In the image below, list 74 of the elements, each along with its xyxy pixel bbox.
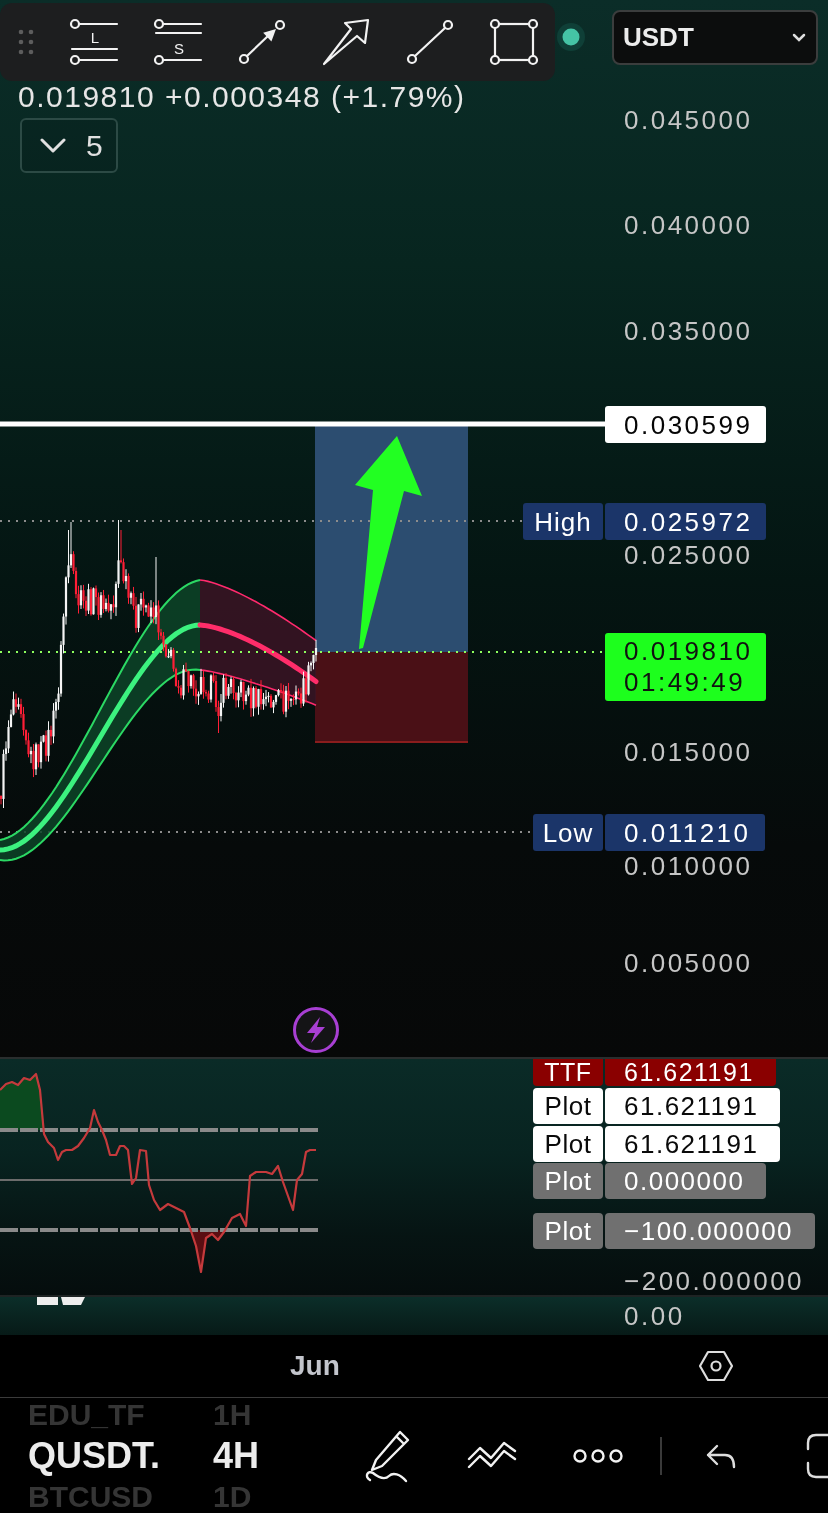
low-label: Low <box>533 814 603 851</box>
bullish-candle <box>47 720 50 763</box>
symbol-option[interactable]: QUSDT. <box>28 1437 160 1474</box>
indicators-toggle-button[interactable]: 5 <box>20 118 118 173</box>
series-value: 0.000000 <box>605 1163 767 1199</box>
bullish-candle <box>209 673 213 703</box>
bullish-candle <box>182 664 185 701</box>
bearish-candle <box>127 572 130 605</box>
series-label: TTF <box>533 1059 603 1086</box>
price-axis-label: 0.035000 <box>624 318 753 344</box>
price-change-text: 0.019810 +0.000348 (+1.79%) <box>18 82 466 112</box>
price-tag: 0.011210 <box>605 814 765 851</box>
series-label: Plot <box>533 1163 603 1199</box>
bearish-candle <box>0 794 3 805</box>
line-segment-icon[interactable] <box>405 18 455 66</box>
bullish-candle <box>87 583 90 615</box>
bearish-candle <box>112 594 115 614</box>
bracket-icon[interactable] <box>806 1432 828 1479</box>
bearish-candle <box>147 602 150 618</box>
series-label: Plot <box>533 1088 603 1124</box>
long-position-tool[interactable]: L <box>69 18 119 66</box>
bearish-candle <box>287 682 290 710</box>
undo-icon[interactable] <box>705 1442 737 1469</box>
bearish-candle <box>37 743 40 768</box>
time-axis-label: Jun <box>290 1351 340 1381</box>
bearish-candle <box>152 601 155 624</box>
series-value: 61.621191 <box>605 1126 781 1162</box>
price-value: 0.019810 <box>624 636 753 667</box>
bullish-candle <box>17 697 20 711</box>
bullish-candle <box>302 671 305 707</box>
price-axis-label: 0.040000 <box>624 212 753 238</box>
bearish-candle <box>142 591 145 617</box>
bearish-candle <box>32 743 35 778</box>
price-axis-label: 0.010000 <box>624 853 753 879</box>
bullish-candle <box>189 674 193 690</box>
more-options-icon[interactable] <box>572 1447 624 1464</box>
short-position-tool[interactable]: S <box>153 18 203 66</box>
bullish-candle <box>257 688 260 716</box>
price-tag: 0.025972 <box>605 503 767 540</box>
logo-icon <box>37 1297 85 1306</box>
currency-dropdown[interactable]: USDT <box>612 10 818 65</box>
settings-icon[interactable] <box>699 1350 733 1382</box>
status-dot-icon <box>556 22 586 52</box>
series-value: 61.621191 <box>605 1088 781 1124</box>
bullish-candle <box>252 685 255 717</box>
series-value: −100.000000 <box>605 1213 816 1249</box>
bearish-candle <box>107 594 110 614</box>
bullish-candle <box>79 584 83 610</box>
price-axis-label: 0.005000 <box>624 950 753 976</box>
price-tag: 0.030599 <box>605 406 767 443</box>
price-axis-label: −200.000000 <box>624 1268 805 1294</box>
high-label: High <box>523 503 603 540</box>
bearish-candle <box>224 672 228 700</box>
area-above-level <box>0 1074 43 1130</box>
interval-option[interactable]: 4H <box>213 1437 260 1474</box>
price-axis-label: 0.015000 <box>624 739 753 765</box>
bearish-candle <box>102 589 105 614</box>
series-value: 61.621191 <box>605 1059 776 1086</box>
price-axis-label: 0.025000 <box>624 542 753 568</box>
arrow-line-icon[interactable] <box>237 18 287 66</box>
drag-handle-icon[interactable] <box>17 28 35 56</box>
price-axis-label: 0.00 <box>624 1303 685 1329</box>
bearish-candle <box>292 693 295 706</box>
series-label: Plot <box>533 1126 603 1162</box>
price-axis-label: 0.045000 <box>624 107 753 133</box>
series-label: Plot <box>533 1213 603 1249</box>
lightning-icon[interactable] <box>292 1006 340 1054</box>
bearish-candle <box>242 681 245 711</box>
caret-down-icon <box>792 33 806 42</box>
bullish-candle <box>92 587 95 616</box>
rectangle-icon[interactable] <box>489 18 539 66</box>
countdown-timer: 01:49:49 <box>624 667 746 698</box>
arrow-icon[interactable] <box>321 18 371 66</box>
bearish-candle <box>269 693 273 709</box>
